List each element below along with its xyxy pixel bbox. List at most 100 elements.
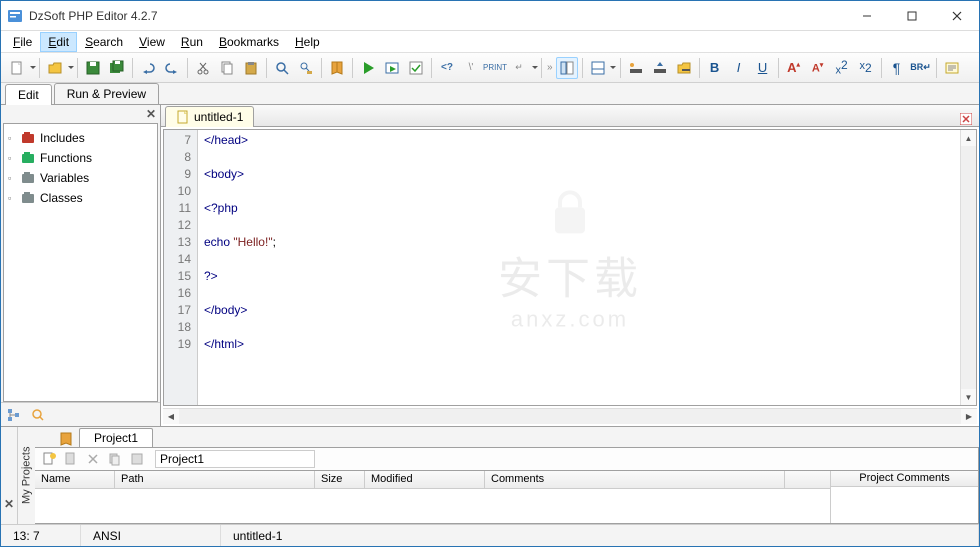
paste-button[interactable] [240, 57, 262, 79]
save-all-button[interactable] [106, 57, 128, 79]
open-file-dropdown[interactable] [67, 63, 74, 72]
projects-rows[interactable] [35, 489, 830, 523]
ftp-browse-button[interactable] [673, 57, 695, 79]
scroll-down-icon[interactable]: ▼ [961, 389, 976, 405]
code-explorer-sidebar: ✕ ▫Includes▫Functions▫Variables▫Classes [1, 105, 161, 426]
new-file-dropdown[interactable] [29, 63, 36, 72]
close-button[interactable] [934, 1, 979, 30]
ftp-connect-button[interactable] [625, 57, 647, 79]
check-syntax-button[interactable] [405, 57, 427, 79]
project-settings-icon[interactable] [127, 449, 147, 469]
redo-button[interactable] [161, 57, 183, 79]
tree-item-functions[interactable]: ▫Functions [4, 148, 157, 168]
tab-edit[interactable]: Edit [5, 84, 52, 105]
ftp-upload-button[interactable] [649, 57, 671, 79]
maximize-button[interactable] [889, 1, 934, 30]
projects-vertical-tab[interactable]: My Projects [17, 427, 35, 524]
column-header-comments[interactable]: Comments [485, 471, 785, 488]
save-button[interactable] [82, 57, 104, 79]
code-explorer-tree[interactable]: ▫Includes▫Functions▫Variables▫Classes [3, 123, 158, 402]
project-copy-icon[interactable] [105, 449, 125, 469]
menu-view[interactable]: View [131, 32, 173, 52]
menu-run[interactable]: Run [173, 32, 211, 52]
projects-grid: NamePathSizeModifiedComments [35, 471, 830, 523]
sidebar-close-bar: ✕ [1, 105, 160, 123]
run-button[interactable] [357, 57, 379, 79]
projects-close-col: ✕ [1, 427, 17, 524]
sidebar-close-button[interactable]: ✕ [146, 107, 156, 121]
status-encoding: ANSI [81, 525, 221, 546]
panels-button[interactable] [587, 57, 609, 79]
column-header-name[interactable]: Name [35, 471, 115, 488]
scroll-right-icon[interactable]: ▶ [961, 409, 977, 424]
open-file-button[interactable] [44, 57, 66, 79]
code-explorer-button[interactable] [556, 57, 578, 79]
column-header-modified[interactable]: Modified [365, 471, 485, 488]
copy-button[interactable] [216, 57, 238, 79]
code-editor[interactable]: </head> <body> <?php echo "Hello!"; ?> <… [198, 130, 960, 405]
undo-button[interactable] [137, 57, 159, 79]
help-contents-button[interactable] [326, 57, 348, 79]
replace-button[interactable] [295, 57, 317, 79]
status-cursor-pos: 13: 7 [1, 525, 81, 546]
underline-button[interactable]: U [752, 57, 774, 79]
menu-bookmarks[interactable]: Bookmarks [211, 32, 287, 52]
newline-button[interactable]: ↵ [508, 57, 530, 79]
column-header-path[interactable]: Path [115, 471, 315, 488]
tree-item-variables[interactable]: ▫Variables [4, 168, 157, 188]
status-filename: untitled-1 [221, 525, 979, 546]
run-browser-button[interactable] [381, 57, 403, 79]
menu-search[interactable]: Search [77, 32, 131, 52]
menu-edit[interactable]: Edit [40, 32, 77, 52]
superscript-button[interactable]: x2 [831, 57, 853, 79]
horizontal-scrollbar[interactable]: ◀ ▶ [163, 408, 977, 424]
menu-help[interactable]: Help [287, 32, 328, 52]
comment-button[interactable]: \' [460, 57, 482, 79]
subscript-button[interactable]: x2 [855, 57, 877, 79]
tree-view-icon[interactable] [3, 405, 25, 425]
projects-close-button[interactable]: ✕ [4, 497, 14, 511]
project-tab[interactable]: Project1 [79, 428, 153, 447]
scroll-left-icon[interactable]: ◀ [163, 409, 179, 424]
br-button[interactable]: BR↵ [910, 57, 932, 79]
file-tab-close-icon[interactable] [959, 112, 973, 126]
editor-area: untitled-1 78910111213141516171819 </hea… [161, 105, 979, 426]
project-name-field[interactable] [155, 450, 315, 468]
file-tab-bar: untitled-1 [161, 105, 979, 127]
project-comments-body[interactable] [831, 487, 978, 523]
column-header-size[interactable]: Size [315, 471, 365, 488]
minimize-button[interactable] [844, 1, 889, 30]
window-title: DzSoft PHP Editor 4.2.7 [29, 9, 844, 23]
vertical-scrollbar[interactable]: ▲ ▼ [960, 130, 976, 405]
cut-button[interactable] [192, 57, 214, 79]
italic-button[interactable]: I [728, 57, 750, 79]
print-button[interactable]: PRINT [484, 57, 506, 79]
new-file-button[interactable] [6, 57, 28, 79]
main-area: ✕ ▫Includes▫Functions▫Variables▫Classes … [1, 105, 979, 426]
menu-file[interactable]: File [5, 32, 40, 52]
tree-item-classes[interactable]: ▫Classes [4, 188, 157, 208]
project-new-file-icon[interactable] [39, 449, 59, 469]
panels-dropdown[interactable] [610, 63, 617, 72]
php-open-tag-button[interactable]: <? [436, 57, 458, 79]
sidebar-bottom-toolbar [1, 402, 160, 426]
scroll-up-icon[interactable]: ▲ [961, 130, 976, 146]
projects-grid-wrap: NamePathSizeModifiedComments Project Com… [35, 471, 979, 524]
tree-item-includes[interactable]: ▫Includes [4, 128, 157, 148]
paragraph-button[interactable]: ¶ [886, 57, 908, 79]
line-gutter: 78910111213141516171819 [164, 130, 198, 405]
options-button[interactable] [941, 57, 963, 79]
tab-run---preview[interactable]: Run & Preview [54, 83, 159, 104]
font-decrease-button[interactable]: A▾ [807, 57, 829, 79]
more-snippets-dropdown[interactable] [531, 63, 538, 72]
project-remove-icon[interactable] [83, 449, 103, 469]
find-button[interactable] [271, 57, 293, 79]
bold-button[interactable]: B [704, 57, 726, 79]
refresh-tree-icon[interactable] [27, 405, 49, 425]
font-increase-button[interactable]: A▴ [783, 57, 805, 79]
projects-toolbar [35, 447, 979, 471]
project-comments-panel: Project Comments [830, 471, 978, 523]
project-add-icon[interactable] [61, 449, 81, 469]
file-tab-untitled[interactable]: untitled-1 [165, 106, 254, 127]
book-icon [59, 431, 75, 447]
